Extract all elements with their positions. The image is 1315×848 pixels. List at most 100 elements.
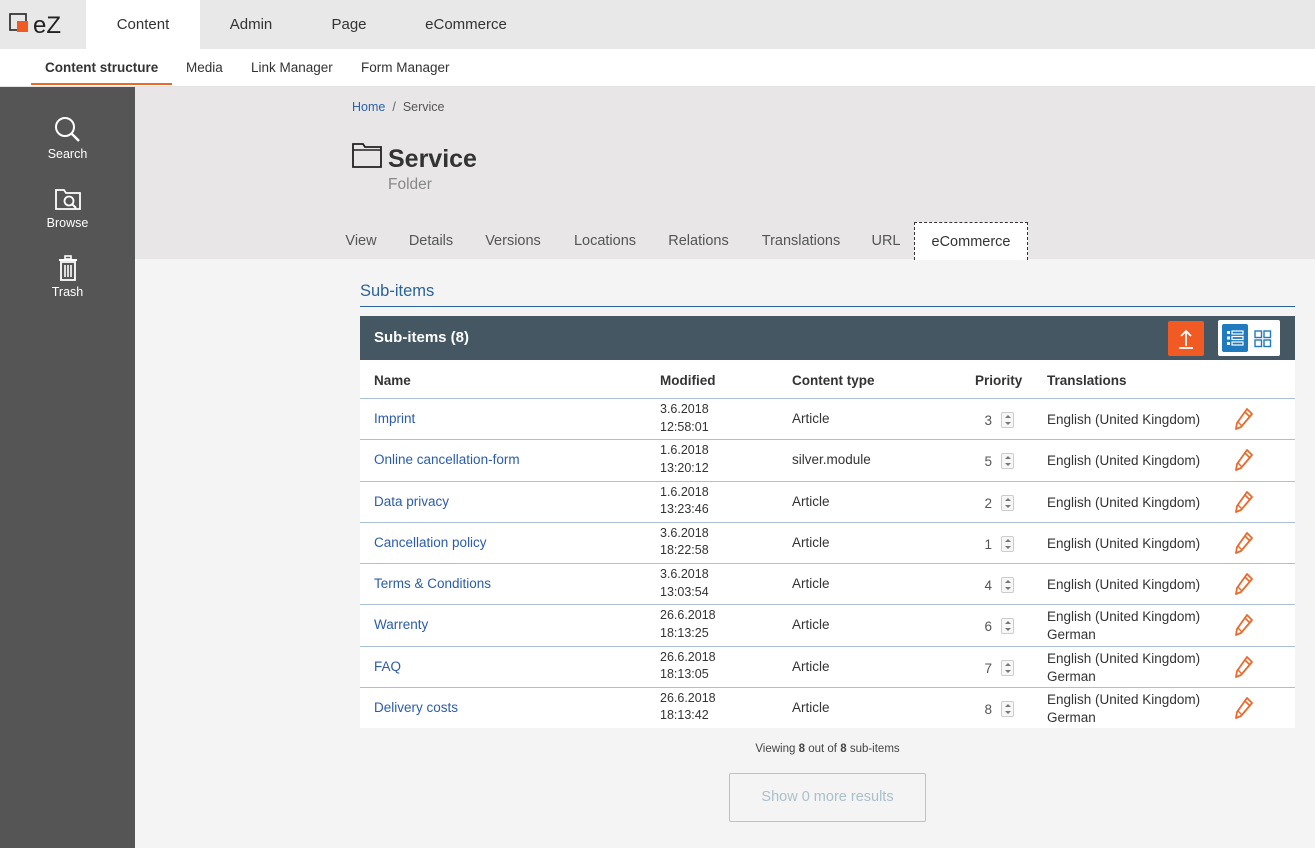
view-toggle <box>1218 320 1280 356</box>
modified-time: 13:03:54 <box>660 584 709 599</box>
subnav-tab-media[interactable]: Media <box>186 49 223 85</box>
top-tab-ecommerce[interactable]: eCommerce <box>396 0 536 49</box>
tab-view[interactable]: View <box>337 222 385 260</box>
priority-input[interactable]: 6 <box>974 619 992 634</box>
modified-time: 12:58:01 <box>660 419 709 434</box>
item-modified: 26.6.2018 18:13:42 <box>660 690 716 725</box>
item-modified: 1.6.2018 13:20:12 <box>660 442 709 477</box>
priority-stepper[interactable] <box>1001 412 1014 428</box>
priority-input[interactable]: 4 <box>974 578 992 593</box>
tab-relations[interactable]: Relations <box>657 222 740 260</box>
viewing-suffix: sub-items <box>849 743 900 755</box>
modified-date: 1.6.2018 <box>660 484 709 499</box>
subitems-panel-title: Sub-items (8) <box>374 329 470 346</box>
priority-input[interactable]: 7 <box>974 661 992 676</box>
sidebar-item-label: Search <box>47 147 88 161</box>
table-row[interactable]: Warrenty 26.6.2018 18:13:25 Article 6 English… <box>360 604 1295 645</box>
table-row[interactable]: Imprint 3.6.2018 12:58:01 Article 3 English (… <box>360 398 1295 439</box>
tab-locations[interactable]: Locations <box>562 222 648 260</box>
translation-item: English (United Kingdom) <box>1047 535 1201 551</box>
item-name-link[interactable]: Data privacy <box>374 494 449 509</box>
edit-pencil-icon[interactable] <box>1234 407 1254 434</box>
priority-input[interactable]: 2 <box>974 496 992 511</box>
tab-details[interactable]: Details <box>398 222 464 260</box>
page-content-type: Folder <box>388 176 432 193</box>
modified-date: 3.6.2018 <box>660 402 709 416</box>
viewing-total: 8 <box>840 743 847 755</box>
modified-time: 13:23:46 <box>660 502 709 516</box>
column-header-modified[interactable]: Modified <box>660 373 716 388</box>
tab-url[interactable]: URL <box>862 222 910 260</box>
list-view-button[interactable] <box>1222 324 1248 352</box>
priority-stepper[interactable] <box>1001 453 1014 470</box>
table-row[interactable]: FAQ 26.6.2018 18:13:05 Article 7 English (Uni… <box>360 645 1295 687</box>
subnav-tab-form-manager[interactable]: Form Manager <box>361 49 450 85</box>
edit-pencil-icon[interactable] <box>1234 490 1254 517</box>
priority-stepper[interactable] <box>1001 577 1014 593</box>
grid-view-icon <box>1254 330 1272 348</box>
priority-stepper[interactable] <box>1001 659 1014 676</box>
column-header-priority[interactable]: Priority <box>975 373 1022 388</box>
breadcrumb-home-link[interactable]: Home <box>352 100 385 114</box>
priority-input[interactable]: 5 <box>974 454 992 469</box>
item-translations: English (United Kingdom) <box>1047 535 1200 553</box>
modified-time: 18:13:42 <box>660 708 709 723</box>
subnav-tab-content-structure[interactable]: Content structure <box>31 49 172 85</box>
top-tab-content[interactable]: Content <box>86 0 200 49</box>
translation-item: English (United Kingdom) <box>1047 577 1201 592</box>
priority-input[interactable]: 1 <box>974 537 992 552</box>
item-content-type: Article <box>792 658 830 674</box>
sidebar-item-search[interactable]: Search <box>0 115 135 161</box>
priority-stepper[interactable] <box>1001 700 1014 717</box>
show-more-results-button[interactable]: Show 0 more results <box>729 773 926 822</box>
viewing-count: Viewing 8 out of 8 sub-items <box>360 743 1295 755</box>
top-tab-admin[interactable]: Admin <box>200 0 302 49</box>
table-row[interactable]: Cancellation policy 3.6.2018 18:22:58 Artic… <box>360 521 1295 563</box>
sidebar-item-browse[interactable]: Browse <box>0 184 135 230</box>
priority-stepper[interactable] <box>1001 535 1014 552</box>
sidebar-item-trash[interactable]: Trash <box>0 253 135 299</box>
item-translations: English (United Kingdom) <box>1047 576 1200 594</box>
column-header-translations[interactable]: Translations <box>1047 373 1127 388</box>
priority-input[interactable]: 3 <box>974 413 992 428</box>
item-modified: 1.6.2018 13:23:46 <box>660 484 709 519</box>
tab-versions[interactable]: Versions <box>474 222 552 260</box>
item-name-link[interactable]: Warrenty <box>374 617 428 632</box>
tab-ecommerce[interactable]: eCommerce <box>914 222 1028 260</box>
column-header-name[interactable]: Name <box>374 373 411 388</box>
translation-item: German <box>1047 668 1096 684</box>
priority-stepper[interactable] <box>1001 618 1014 635</box>
priority-input[interactable]: 8 <box>974 702 992 717</box>
section-title: Sub-items <box>360 282 435 300</box>
priority-stepper[interactable] <box>1001 494 1014 511</box>
table-row[interactable]: Online cancellation-form 1.6.2018 13:20:12… <box>360 439 1295 480</box>
upload-button[interactable] <box>1168 321 1204 356</box>
item-name-link[interactable]: Cancellation policy <box>374 535 487 550</box>
item-name-link[interactable]: Terms & Conditions <box>374 576 491 591</box>
item-modified: 26.6.2018 18:13:05 <box>660 649 716 684</box>
top-tab-page[interactable]: Page <box>302 0 396 49</box>
edit-pencil-icon[interactable] <box>1234 655 1254 682</box>
modified-time: 18:22:58 <box>660 543 709 558</box>
item-name-link[interactable]: Imprint <box>374 411 415 426</box>
tab-translations[interactable]: Translations <box>750 222 852 260</box>
translation-item: English (United Kingdom) <box>1047 691 1201 707</box>
item-name-link[interactable]: Online cancellation-form <box>374 452 520 467</box>
edit-pencil-icon[interactable] <box>1234 613 1254 640</box>
edit-pencil-icon[interactable] <box>1234 572 1254 599</box>
table-row[interactable]: Data privacy 1.6.2018 13:23:46 Article 2 Engl… <box>360 480 1295 522</box>
ez-logo[interactable]: eZ <box>8 10 74 39</box>
translation-item: English (United Kingdom) <box>1047 494 1201 510</box>
item-name-link[interactable]: Delivery costs <box>374 700 458 715</box>
modified-date: 3.6.2018 <box>660 567 709 581</box>
column-header-content-type[interactable]: Content type <box>792 373 875 388</box>
edit-pencil-icon[interactable] <box>1234 448 1254 475</box>
grid-view-button[interactable] <box>1250 324 1276 352</box>
trash-icon <box>58 255 77 281</box>
item-name-link[interactable]: FAQ <box>374 659 401 674</box>
table-row[interactable]: Delivery costs 26.6.2018 18:13:42 Article 8 E… <box>360 686 1295 728</box>
subnav-tab-link-manager[interactable]: Link Manager <box>251 49 333 85</box>
table-row[interactable]: Terms & Conditions 3.6.2018 13:03:54 Articl… <box>360 563 1295 604</box>
edit-pencil-icon[interactable] <box>1234 696 1254 723</box>
edit-pencil-icon[interactable] <box>1234 531 1254 558</box>
